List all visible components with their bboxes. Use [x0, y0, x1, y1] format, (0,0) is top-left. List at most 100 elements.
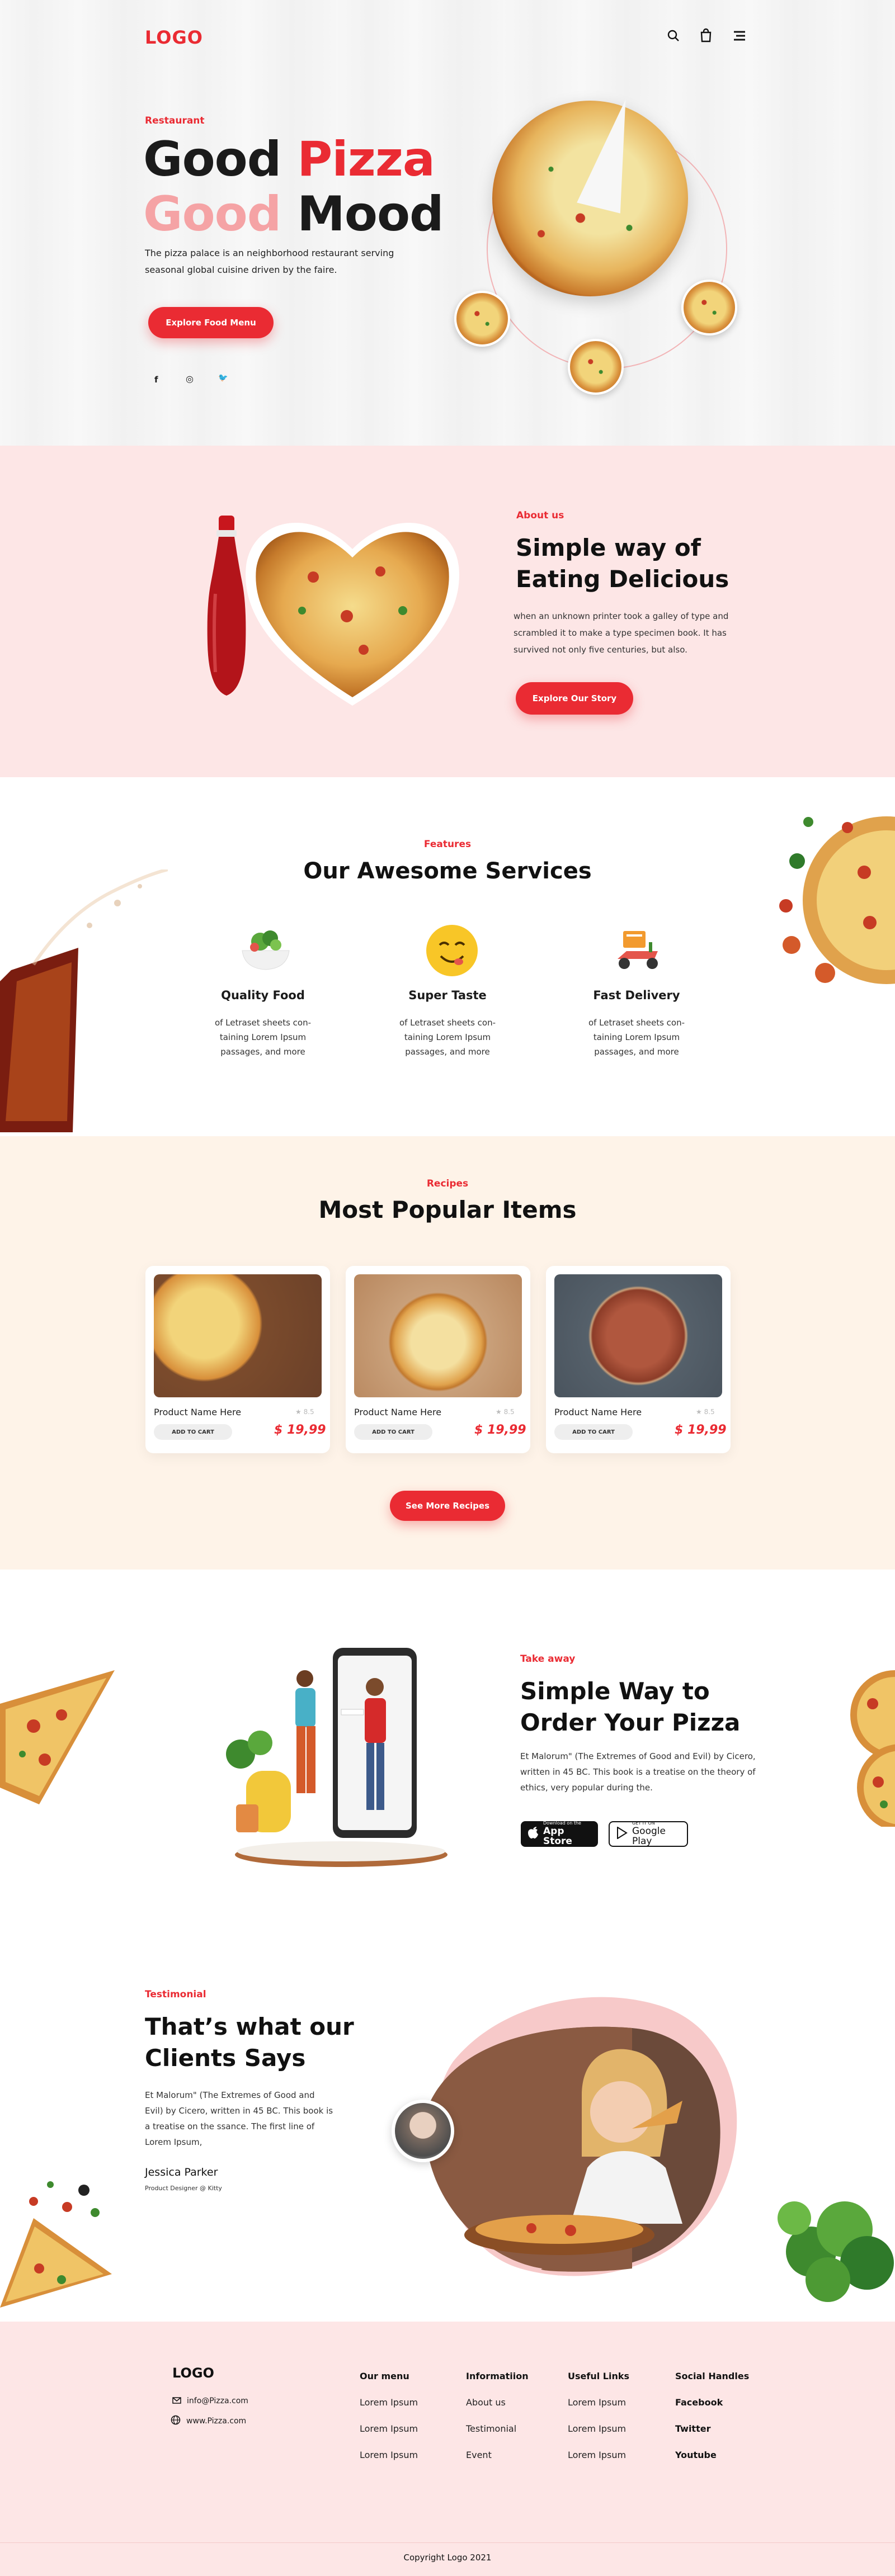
- order-pizza-illustration: [213, 1637, 459, 1871]
- footer-col-heading: Social Handles: [675, 2371, 750, 2381]
- services-section: Features Our Awesome Services Quality Fo…: [0, 777, 895, 1136]
- takeaway-description: Et Malorum" (The Extremes of Good and Ev…: [520, 1751, 756, 1793]
- recipes-eyebrow: Recipes: [426, 1178, 469, 1189]
- hero-eyebrow: Restaurant: [145, 115, 205, 126]
- testimonial-quote: Et Malorum" (The Extremes of Good and Ev…: [145, 2090, 333, 2147]
- instagram-icon[interactable]: ◎: [186, 374, 197, 385]
- app-store-button[interactable]: Download on the App Store: [521, 1821, 598, 1847]
- copyright: Copyright Logo 2021: [403, 2553, 492, 2563]
- footer-col-heading: Our menu: [360, 2371, 409, 2381]
- small-pizza-bottom: [568, 339, 624, 395]
- cart-icon[interactable]: [699, 28, 713, 42]
- footer-link[interactable]: Lorem Ipsum: [360, 2423, 418, 2434]
- yum-face-icon: [424, 923, 480, 979]
- product-name: Product Name Here: [554, 1407, 642, 1417]
- add-to-cart-button[interactable]: ADD TO CART: [354, 1424, 432, 1440]
- menu-icon[interactable]: [733, 30, 746, 41]
- youtube-link[interactable]: Youtube: [675, 2450, 717, 2460]
- footer-link[interactable]: Event: [466, 2450, 492, 2460]
- add-to-cart-button[interactable]: ADD TO CART: [554, 1424, 633, 1440]
- google-play-label: Google Play: [632, 1825, 666, 1847]
- product-name: Product Name Here: [354, 1407, 442, 1417]
- product-image: [154, 1274, 322, 1397]
- product-rating: ★ 8.5: [496, 1408, 515, 1416]
- footer-link[interactable]: Lorem Ipsum: [360, 2397, 418, 2408]
- takeaway-title: Simple Way to Order Your Pizza: [520, 1677, 741, 1736]
- takeaway-eyebrow: Take away: [520, 1653, 576, 1665]
- testimonial-photo: [420, 1989, 744, 2280]
- cola-splash-image: [0, 868, 168, 1138]
- testimonial-eyebrow: Testimonial: [145, 1989, 206, 2000]
- footer-link[interactable]: Testimonial: [466, 2423, 516, 2434]
- product-price: $ 19,99: [474, 1423, 526, 1437]
- avatar: [392, 2100, 454, 2162]
- about-eyebrow: About us: [516, 510, 564, 521]
- service-title-super-taste: Super Taste: [408, 989, 487, 1002]
- product-card[interactable]: Product Name Here ★ 8.5 ADD TO CART $ 19…: [346, 1266, 530, 1453]
- product-image: [554, 1274, 722, 1397]
- facebook-icon[interactable]: f: [154, 375, 163, 386]
- testimonial-section: Testimonial That’s what our Clients Says…: [0, 1883, 895, 2322]
- product-card[interactable]: Product Name Here ★ 8.5 ADD TO CART $ 19…: [145, 1266, 330, 1453]
- takeaway-section: Take away Simple Way to Order Your Pizza…: [0, 1570, 895, 1883]
- testimonial-role: Product Designer @ Kitty: [145, 2185, 222, 2192]
- small-pizza-left: [454, 291, 510, 347]
- google-play-icon: [616, 1826, 628, 1841]
- hero-title-good2: Good: [143, 186, 281, 242]
- hero-title-mood: Mood: [297, 186, 444, 242]
- twitter-link[interactable]: Twitter: [675, 2423, 710, 2434]
- hero-section: LOGO Restaurant Good Pizza Good Mood The…: [0, 0, 895, 446]
- footer-link[interactable]: Lorem Ipsum: [568, 2423, 626, 2434]
- footer-website[interactable]: www.Pizza.com: [171, 2415, 246, 2427]
- footer-link[interactable]: Lorem Ipsum: [568, 2397, 626, 2408]
- footer-section: LOGO info@Pizza.com www.Pizza.com Our me…: [0, 2322, 895, 2576]
- about-section: About us Simple way of Eating Delicious …: [0, 446, 895, 777]
- product-name: Product Name Here: [154, 1407, 242, 1417]
- add-to-cart-button[interactable]: ADD TO CART: [154, 1424, 232, 1440]
- services-eyebrow: Features: [423, 839, 472, 850]
- footer-col-heading: Useful Links: [568, 2371, 630, 2381]
- about-description: when an unknown printer took a galley of…: [514, 611, 729, 655]
- service-description: of Letraset sheets con-taining Lorem Ips…: [588, 1018, 685, 1057]
- footer-logo[interactable]: LOGO: [172, 2365, 214, 2381]
- testimonial-name: Jessica Parker: [145, 2166, 218, 2178]
- product-image: [354, 1274, 522, 1397]
- hero-description: The pizza palace is an neighborhood rest…: [145, 248, 394, 275]
- service-description: of Letraset sheets con-taining Lorem Ips…: [214, 1018, 312, 1057]
- apple-icon: [527, 1826, 539, 1842]
- footer-link[interactable]: About us: [466, 2397, 506, 2408]
- facebook-link[interactable]: Facebook: [675, 2397, 723, 2408]
- search-icon[interactable]: [667, 29, 680, 42]
- pizza-slices-right-image: [817, 1670, 895, 1831]
- heart-pizza-image: [235, 499, 470, 711]
- recipes-title: Most Popular Items: [318, 1196, 577, 1223]
- hero-title-pizza: Pizza: [297, 131, 435, 187]
- logo[interactable]: LOGO: [145, 27, 203, 48]
- footer-website-text: www.Pizza.com: [186, 2417, 247, 2426]
- product-card[interactable]: Product Name Here ★ 8.5 ADD TO CART $ 19…: [546, 1266, 731, 1453]
- recipes-section: Recipes Most Popular Items Product Name …: [0, 1136, 895, 1570]
- footer-link[interactable]: Lorem Ipsum: [568, 2450, 626, 2460]
- footer-email-text: info@Pizza.com: [187, 2396, 248, 2405]
- explore-our-story-button[interactable]: Explore Our Story: [516, 682, 633, 715]
- service-title-quality-food: Quality Food: [221, 989, 305, 1002]
- salad-bowl-icon: [238, 917, 294, 973]
- product-price: $ 19,99: [675, 1423, 727, 1437]
- twitter-icon[interactable]: 🐦: [218, 374, 229, 385]
- service-description: of Letraset sheets con-taining Lorem Ips…: [399, 1018, 496, 1057]
- about-title: Simple way of Eating Delicious: [516, 534, 729, 593]
- globe-icon: [171, 2415, 181, 2427]
- see-more-recipes-button[interactable]: See More Recipes: [390, 1491, 505, 1521]
- small-pizza-right: [681, 280, 737, 335]
- explore-food-menu-button[interactable]: Explore Food Menu: [148, 307, 274, 338]
- services-title: Our Awesome Services: [303, 858, 592, 884]
- product-rating: ★ 8.5: [696, 1408, 715, 1416]
- testimonial-title: That’s what our Clients Says: [145, 2013, 354, 2072]
- delivery-scooter-icon: [610, 920, 666, 976]
- footer-col-heading: Informatiion: [466, 2371, 529, 2381]
- mail-icon: [172, 2395, 181, 2406]
- footer-email[interactable]: info@Pizza.com: [172, 2395, 248, 2406]
- footer-link[interactable]: Lorem Ipsum: [360, 2450, 418, 2460]
- falling-pizza-slice-image: [0, 2173, 123, 2319]
- google-play-button[interactable]: GET IT ON Google Play: [609, 1821, 688, 1847]
